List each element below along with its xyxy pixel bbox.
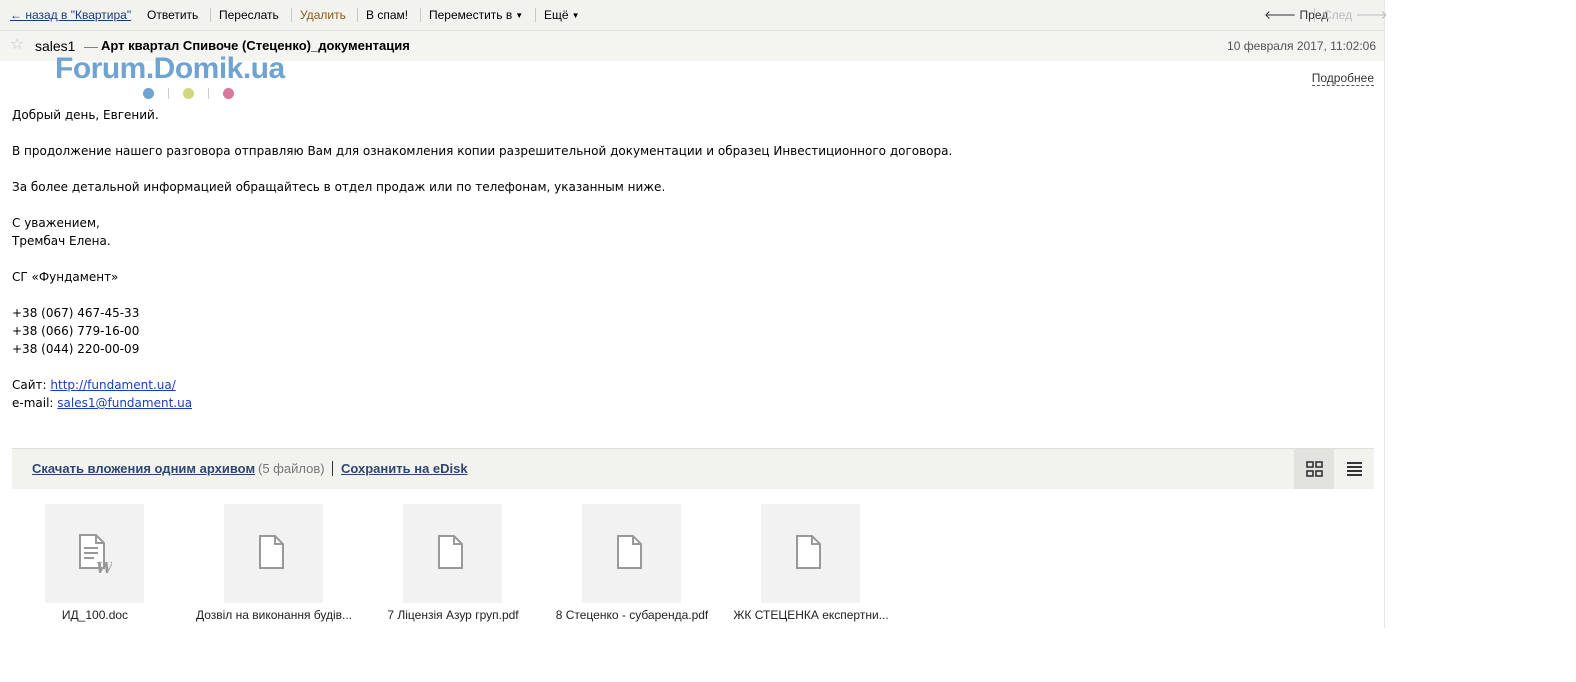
attachment-name[interactable]: Дозвіл на виконання будів... <box>184 608 364 622</box>
move-to-label: Переместить в <box>429 8 513 22</box>
attachment-name[interactable]: 7 Ліцензія Азур груп.pdf <box>363 608 543 622</box>
file-icon <box>438 535 463 569</box>
logo-text: Forum.Domik.ua <box>55 52 285 85</box>
attachment-item[interactable]: 7 Ліцензія Азур груп.pdf <box>363 504 543 624</box>
chevron-down-icon: ▼ <box>571 11 580 20</box>
toolbar-divider <box>210 8 211 22</box>
word-doc-icon: W <box>79 534 112 574</box>
message-body: Добрый день, Евгений. В продолжение наше… <box>12 106 1312 412</box>
site-link[interactable]: http://fundament.ua/ <box>50 378 175 392</box>
email-label: e-mail: <box>12 396 58 410</box>
toolbar-divider <box>420 8 421 22</box>
attachment-thumbnail[interactable] <box>761 504 860 603</box>
mail-view: ← назад в "Квартира" Ответить Переслать … <box>0 0 1388 628</box>
chevron-down-icon: ▼ <box>515 11 524 20</box>
logo-divider <box>168 88 169 99</box>
list-icon <box>1347 462 1362 476</box>
attachment-name[interactable]: 8 Стеценко - субаренда.pdf <box>542 608 722 622</box>
arrow-left-icon: 🡐 <box>1264 8 1297 22</box>
message-date: 10 февраля 2017, 11:02:06 <box>1227 39 1376 53</box>
site-label: Сайт: <box>12 378 51 392</box>
next-message-button[interactable]: След 🡒 <box>1323 8 1388 22</box>
site-line: Сайт: http://fundament.ua/ <box>12 376 1312 394</box>
next-label: След <box>1323 8 1353 22</box>
logo-dot-blue <box>143 88 154 99</box>
attachment-item[interactable]: 8 Стеценко - субаренда.pdf <box>542 504 722 624</box>
attachments-bar: Скачать вложения одним архивом (5 файлов… <box>12 448 1374 489</box>
greeting-line: Добрый день, Евгений. <box>12 108 159 122</box>
grid-view-button[interactable] <box>1294 449 1334 489</box>
attachment-count: (5 файлов) <box>258 461 325 476</box>
attachment-name[interactable]: ИД_100.doc <box>5 608 185 622</box>
file-icon <box>796 535 821 569</box>
attachment-item[interactable]: W ИД_100.doc <box>5 504 185 624</box>
phone-number: +38 (066) 779-16-00 <box>12 324 140 338</box>
sender-name[interactable]: sales1 <box>35 39 75 53</box>
forward-button[interactable]: Переслать <box>219 8 279 22</box>
file-icon <box>617 535 642 569</box>
subject-dash: — <box>84 38 98 54</box>
attachment-thumbnail[interactable] <box>582 504 681 603</box>
body-paragraph: В продолжение нашего разговора отправляю… <box>12 144 953 158</box>
reply-button[interactable]: Ответить <box>147 8 198 22</box>
list-view-button[interactable] <box>1334 449 1374 489</box>
prev-message-button[interactable]: 🡐 Пред <box>1264 8 1328 22</box>
move-to-button[interactable]: Переместить в ▼ <box>429 8 523 24</box>
file-icon <box>259 535 284 569</box>
attachment-item[interactable]: ЖК СТЕЦЕНКА експертни... <box>721 504 901 624</box>
logo-dot-yellow <box>183 88 194 99</box>
attachments-divider <box>332 461 333 476</box>
download-all-link[interactable]: Скачать вложения одним архивом <box>32 461 255 477</box>
toolbar-divider <box>357 8 358 22</box>
logo-divider <box>208 88 209 99</box>
delete-button[interactable]: Удалить <box>300 8 346 22</box>
attachment-thumbnail[interactable]: W <box>45 504 144 603</box>
back-to-folder-link[interactable]: ← назад в "Квартира" <box>10 8 131 22</box>
more-button[interactable]: Ещё ▼ <box>544 8 579 24</box>
star-icon[interactable]: ☆ <box>10 37 24 53</box>
attachment-name[interactable]: ЖК СТЕЦЕНКА експертни... <box>721 608 901 622</box>
logo-dot-pink <box>223 88 234 99</box>
message-subject: Арт квартал Спивоче (Стеценко)_документа… <box>101 38 410 53</box>
message-toolbar: ← назад в "Квартира" Ответить Переслать … <box>0 0 1388 31</box>
phone-number: +38 (044) 220-00-09 <box>12 342 140 356</box>
company-name: СГ «Фундамент» <box>12 270 119 284</box>
regards-line: С уважением, <box>12 216 100 230</box>
signature-name: Трембач Елена. <box>12 234 111 248</box>
spam-button[interactable]: В спам! <box>366 8 408 22</box>
grid-icon <box>1306 461 1323 477</box>
attachment-thumbnail[interactable] <box>403 504 502 603</box>
details-link[interactable]: Подробнее <box>1311 71 1374 86</box>
toolbar-divider <box>535 8 536 22</box>
svg-text:W: W <box>96 559 112 574</box>
phone-number: +38 (067) 467-45-33 <box>12 306 140 320</box>
arrow-right-icon: 🡒 <box>1355 8 1388 22</box>
email-link[interactable]: sales1@fundament.ua <box>57 396 192 410</box>
body-paragraph: За более детальной информацией обращайте… <box>12 180 666 194</box>
toolbar-divider <box>1314 8 1315 22</box>
toolbar-divider <box>291 8 292 22</box>
forum-domik-logo: Forum.Domik.ua <box>55 52 345 102</box>
more-label: Ещё <box>544 8 569 22</box>
attachment-thumbnail[interactable] <box>224 504 323 603</box>
email-line: e-mail: sales1@fundament.ua <box>12 394 1312 412</box>
save-to-edisk-link[interactable]: Сохранить на eDisk <box>341 461 468 477</box>
attachment-item[interactable]: Дозвіл на виконання будів... <box>184 504 364 624</box>
